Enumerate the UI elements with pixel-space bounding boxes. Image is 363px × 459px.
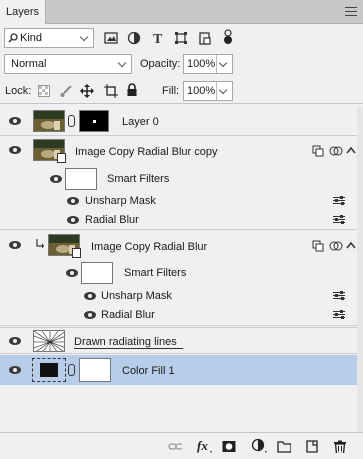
- chevron-down-icon: [218, 85, 228, 95]
- adjustment-layer-filter-icon[interactable]: [127, 31, 141, 45]
- layer-row[interactable]: Drawn radiating lines: [0, 327, 363, 354]
- filter-visibility-eye-icon[interactable]: [67, 216, 79, 224]
- smart-object-badge-icon: [57, 153, 66, 163]
- layer-name[interactable]: Drawn radiating lines: [74, 336, 183, 349]
- lock-image-pixels-icon[interactable]: [59, 84, 73, 98]
- mask-link-icon[interactable]: [68, 364, 75, 376]
- opacity-label: Opacity:: [140, 58, 181, 70]
- smart-filter-mask-thumbnail[interactable]: [65, 168, 97, 190]
- filter-name[interactable]: Unsharp Mask: [101, 290, 172, 302]
- layer-thumbnail: [33, 330, 65, 352]
- chevron-down-icon: [218, 58, 228, 68]
- lock-label: Lock:: [5, 85, 32, 97]
- filter-effects-icon: [329, 146, 343, 156]
- layer-name[interactable]: Color Fill 1: [122, 365, 175, 377]
- blend-mode-select[interactable]: Normal: [4, 54, 132, 74]
- fill-label: Fill:: [162, 85, 180, 97]
- filter-effects-icon: [329, 241, 343, 251]
- scrollbar[interactable]: [357, 107, 363, 432]
- chevron-down-icon: [79, 32, 89, 42]
- delete-layer-trash-icon[interactable]: [333, 440, 347, 453]
- pixel-layer-filter-icon[interactable]: [104, 31, 118, 45]
- filter-name[interactable]: Radial Blur: [101, 309, 155, 321]
- new-group-folder-icon[interactable]: [277, 440, 291, 453]
- visibility-eye-icon[interactable]: [9, 337, 21, 345]
- tab-layers[interactable]: Layers: [0, 0, 47, 24]
- layer-row-selected[interactable]: Color Fill 1: [0, 355, 357, 385]
- new-adjustment-layer-icon[interactable]: [251, 438, 269, 454]
- panel-tab-bar: Layers: [0, 0, 363, 24]
- visibility-eye-icon[interactable]: [9, 117, 21, 125]
- smart-object-link-icon: [312, 240, 324, 252]
- shape-layer-filter-icon[interactable]: [174, 31, 188, 45]
- fill-field[interactable]: 100%: [183, 81, 233, 101]
- lock-transparent-pixels-icon[interactable]: [38, 85, 50, 97]
- chevron-up-icon[interactable]: [346, 146, 356, 154]
- visibility-eye-icon[interactable]: [9, 366, 21, 374]
- filter-visibility-eye-icon[interactable]: [84, 311, 96, 319]
- filter-kind-select[interactable]: Kind: [4, 28, 94, 48]
- smart-filter-mask-thumbnail[interactable]: [81, 262, 113, 284]
- fill-color-thumbnail[interactable]: [32, 358, 66, 382]
- type-layer-filter-icon[interactable]: T: [151, 31, 165, 45]
- lock-artboard-icon[interactable]: [104, 84, 118, 98]
- add-mask-icon[interactable]: [222, 440, 236, 453]
- layer-row[interactable]: Layer 0: [0, 107, 363, 136]
- filter-blending-options-icon[interactable]: [333, 215, 345, 224]
- link-layers-icon[interactable]: [168, 440, 182, 453]
- filter-name[interactable]: Unsharp Mask: [85, 195, 156, 207]
- smart-object-badge-icon: [72, 248, 81, 258]
- filter-visibility-eye-icon[interactable]: [67, 197, 79, 205]
- smart-filters-visibility-eye-icon[interactable]: [66, 269, 78, 277]
- opacity-field[interactable]: 100%: [183, 54, 233, 74]
- filter-name[interactable]: Radial Blur: [85, 214, 139, 226]
- visibility-eye-icon[interactable]: [9, 146, 21, 154]
- mask-link-icon[interactable]: [68, 115, 75, 127]
- filter-kind-label: Kind: [20, 32, 43, 44]
- svg-text:fx: fx: [197, 438, 208, 453]
- filter-blending-options-icon[interactable]: [333, 310, 345, 319]
- visibility-eye-icon[interactable]: [9, 241, 21, 249]
- lock-row: Lock: Fill: 100%: [0, 80, 363, 104]
- svg-text:T: T: [153, 32, 163, 45]
- layer-mask-thumbnail[interactable]: [79, 110, 109, 132]
- smart-object-layer-row[interactable]: Image Copy Radial Blur copy Smart Filter…: [0, 136, 363, 230]
- filter-visibility-eye-icon[interactable]: [84, 292, 96, 300]
- chevron-up-icon[interactable]: [346, 241, 356, 249]
- panel-menu-icon[interactable]: [345, 7, 357, 17]
- layer-name[interactable]: Layer 0: [122, 116, 159, 128]
- lock-position-icon[interactable]: [80, 84, 94, 98]
- layers-bottom-toolbar: fx: [0, 432, 363, 459]
- smart-object-link-icon: [312, 145, 324, 157]
- new-layer-icon[interactable]: [305, 440, 319, 453]
- smart-filters-visibility-eye-icon[interactable]: [50, 175, 62, 183]
- layer-mask-thumbnail[interactable]: [79, 358, 111, 382]
- lock-all-icon[interactable]: [126, 83, 138, 97]
- filter-row: Kind T: [0, 25, 363, 51]
- smart-filters-block: Smart Filters Unsharp Mask Radial Blur: [0, 261, 363, 325]
- fill-value: 100%: [187, 85, 216, 97]
- chevron-down-icon: [117, 58, 127, 68]
- opacity-value: 100%: [187, 58, 216, 70]
- layer-name[interactable]: Image Copy Radial Blur: [91, 241, 207, 253]
- search-icon: [8, 33, 18, 43]
- blend-row: Normal Opacity: 100%: [0, 53, 363, 77]
- filter-toggle-icon[interactable]: [222, 28, 234, 46]
- filter-blending-options-icon[interactable]: [333, 196, 345, 205]
- fx-icon[interactable]: fx: [196, 438, 214, 454]
- layer-name[interactable]: Image Copy Radial Blur copy: [75, 146, 217, 158]
- smart-filters-label: Smart Filters: [107, 173, 170, 185]
- clipping-arrow-icon: [36, 239, 44, 248]
- layer-thumbnail: [33, 110, 65, 132]
- blend-mode-value: Normal: [11, 58, 47, 70]
- smart-object-filter-icon[interactable]: [198, 31, 212, 45]
- smart-filters-label: Smart Filters: [124, 267, 187, 279]
- filter-blending-options-icon[interactable]: [333, 291, 345, 300]
